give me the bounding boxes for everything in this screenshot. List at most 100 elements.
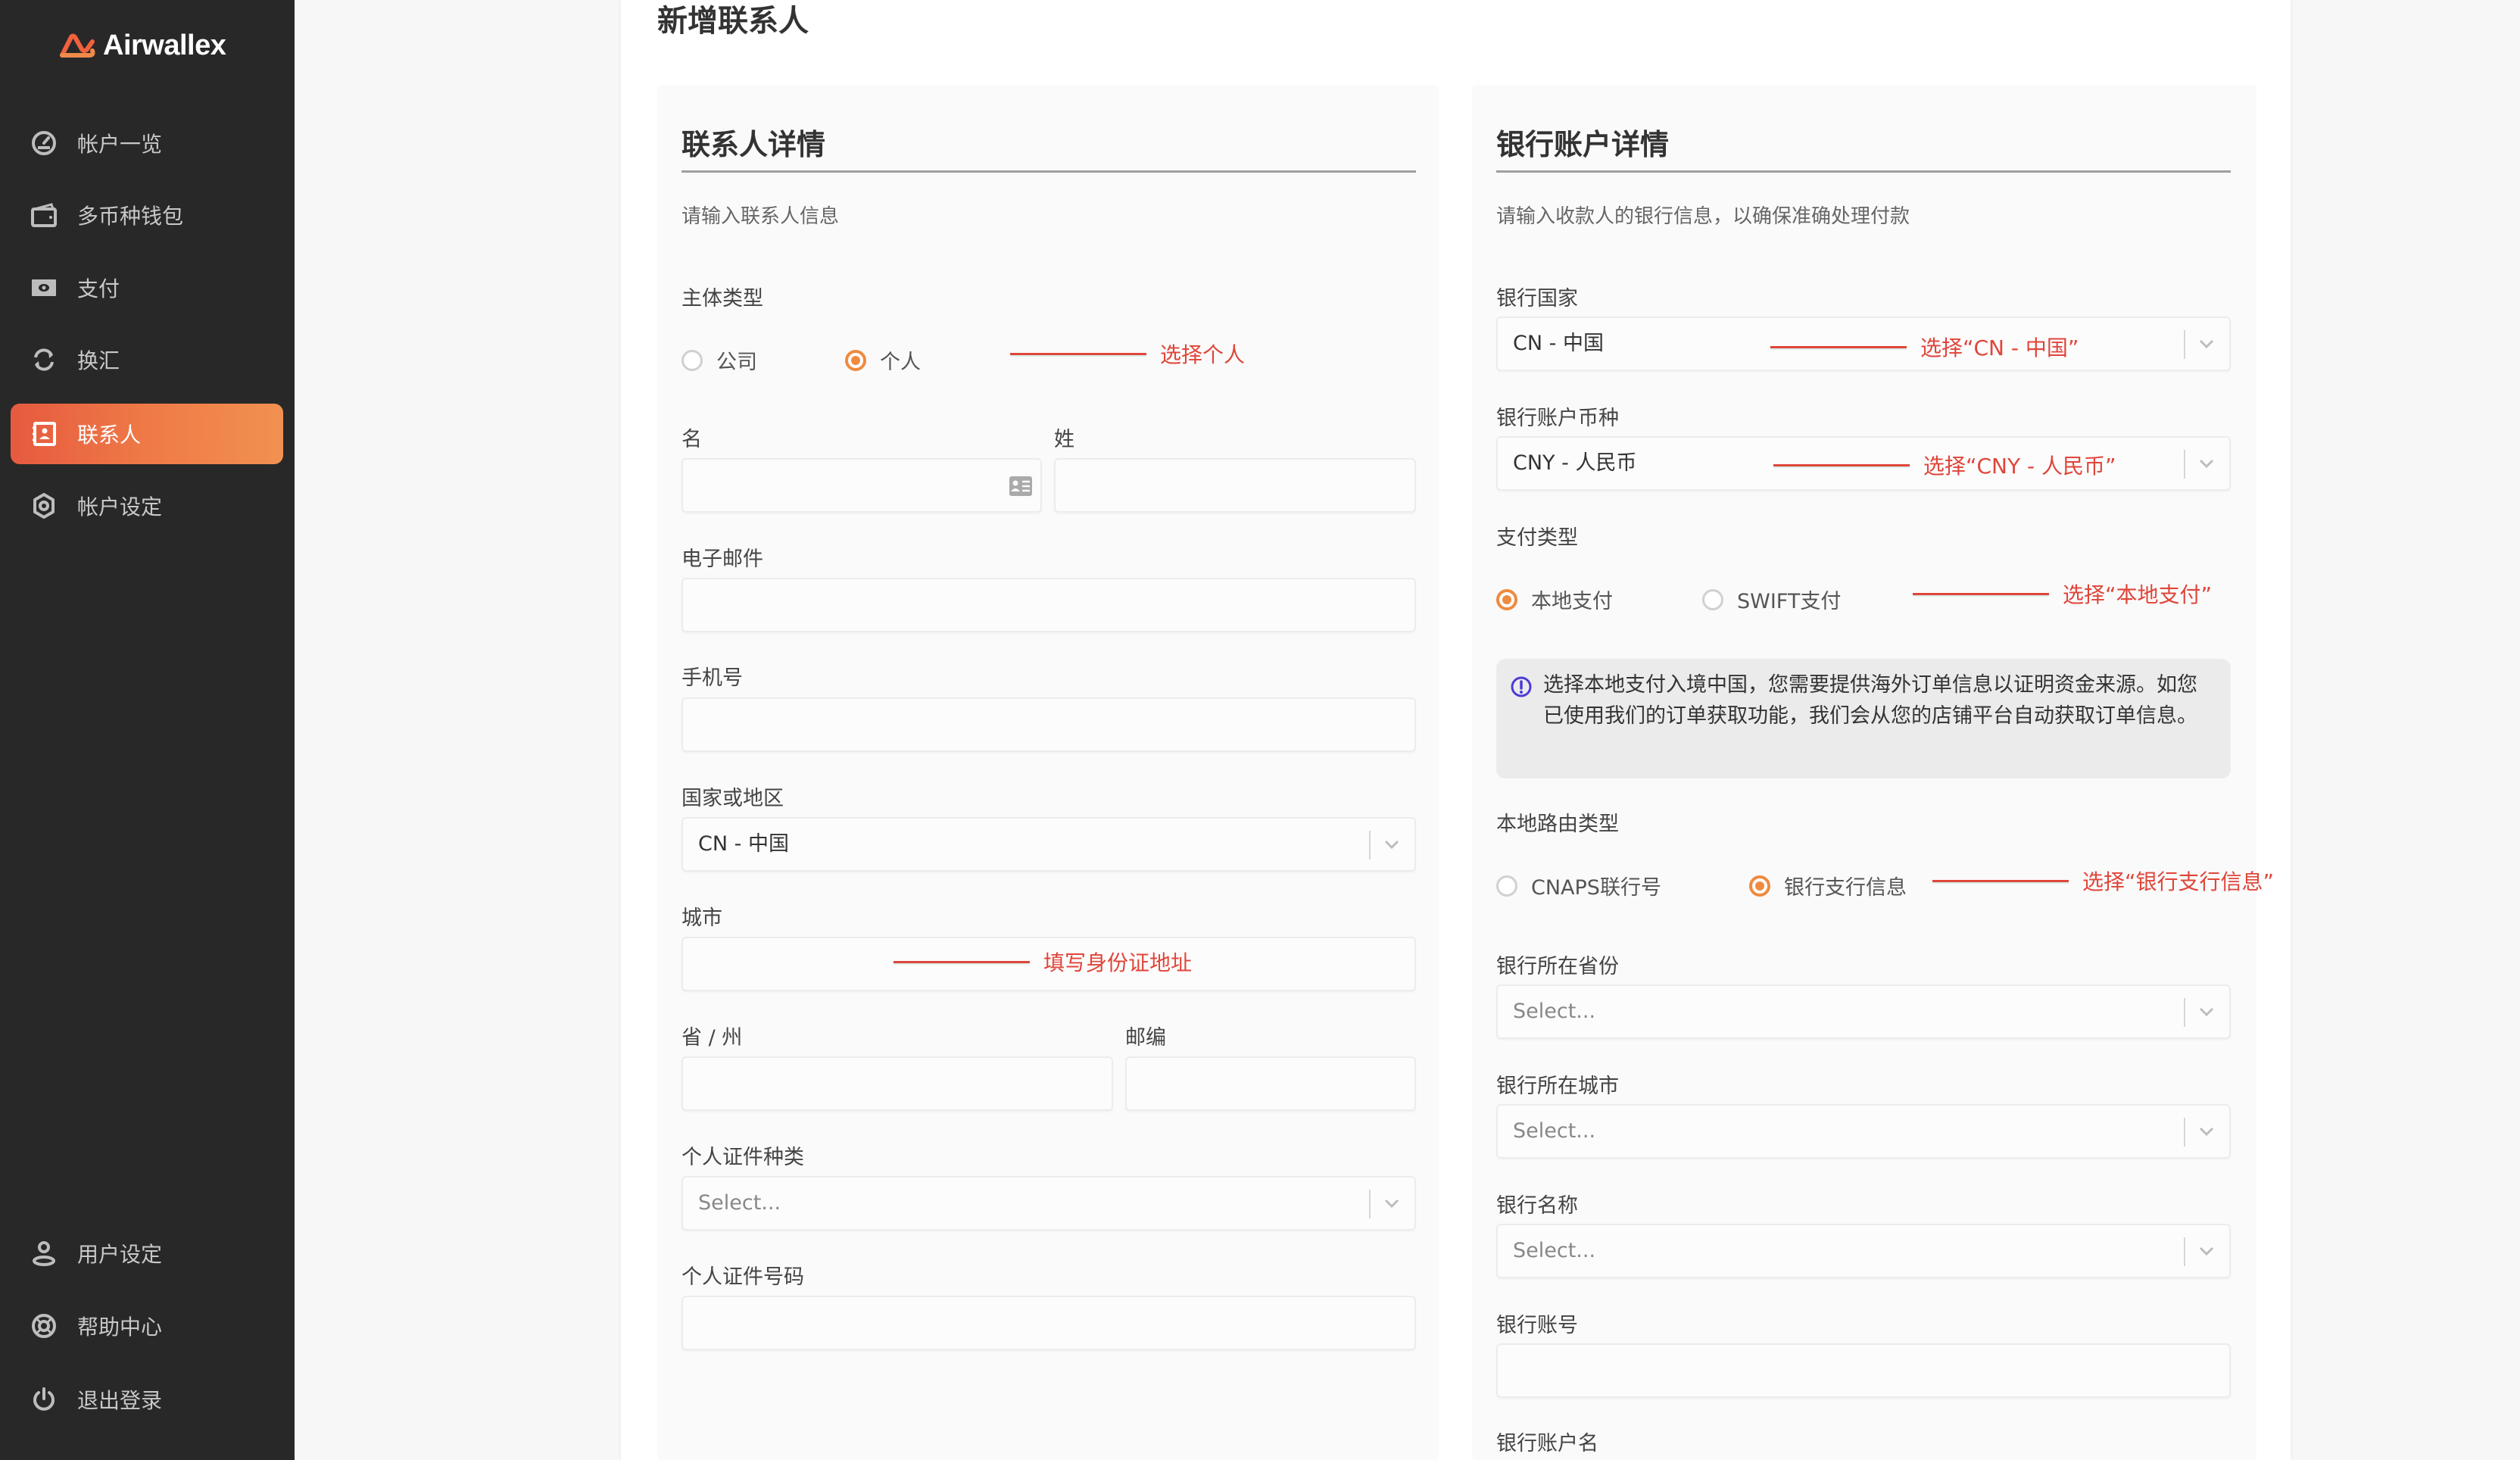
annotation-text: 选择“银行支行信息”	[2082, 869, 2275, 894]
radio-label: 公司	[716, 351, 757, 374]
bank-province-select[interactable]: Select...	[1496, 984, 2231, 1039]
annotation-select-individual: 选择个人	[1010, 338, 1245, 369]
sidebar-item-label: 用户设定	[77, 1242, 163, 1267]
chevron-down-icon[interactable]	[2196, 1001, 2217, 1022]
annotation-line	[1932, 879, 2069, 882]
select-separator	[2184, 330, 2185, 359]
bank-details-title: 银行账户详情	[1496, 128, 1670, 161]
payment-type-swift-radio[interactable]: SWIFT支付	[1702, 585, 1841, 614]
brand-name: Airwallex	[103, 29, 226, 61]
bank-city-label: 银行所在城市	[1496, 1075, 1619, 1098]
local-payment-notice: 选择本地支付入境中国，您需要提供海外订单信息以证明资金来源。如您已使用我们的订单…	[1496, 659, 2231, 778]
routing-type-branch-radio[interactable]: 银行支行信息	[1749, 871, 1907, 900]
routing-type-cnaps-radio[interactable]: CNAPS联行号	[1496, 871, 1661, 900]
sidebar-item-label: 换汇	[77, 348, 120, 373]
annotation-line	[1010, 352, 1146, 355]
sidebar-item-logout[interactable]: 退出登录	[11, 1369, 283, 1430]
sidebar-item-label: 退出登录	[77, 1388, 163, 1413]
account-number-input[interactable]	[1496, 1343, 2231, 1398]
radio-cnaps[interactable]	[1496, 875, 1517, 897]
email-input[interactable]	[681, 578, 1416, 632]
postcode-label: 邮编	[1125, 1026, 1166, 1050]
banknote-icon	[29, 273, 59, 303]
airwallex-logo-icon	[60, 33, 95, 58]
chevron-down-icon[interactable]	[2196, 333, 2217, 354]
select-placeholder: Select...	[698, 1191, 781, 1215]
postcode-input[interactable]	[1125, 1056, 1416, 1111]
radio-company[interactable]	[681, 349, 703, 371]
airwallex-logo[interactable]: Airwallex	[59, 27, 226, 64]
divider	[1496, 170, 2231, 173]
city-label: 城市	[681, 906, 722, 930]
notice-text: 选择本地支付入境中国，您需要提供海外订单信息以证明资金来源。如您已使用我们的订单…	[1543, 673, 2197, 728]
annotation-line	[1773, 463, 1910, 466]
bank-province-label: 银行所在省份	[1496, 955, 1619, 978]
select-separator	[1369, 831, 1371, 859]
annotation-select-cny: 选择“CNY - 人民币”	[1773, 450, 2116, 480]
payment-type-local-radio[interactable]: 本地支付	[1496, 585, 1613, 614]
sidebar-item-label: 帮助中心	[77, 1315, 163, 1340]
sidebar-item-label: 多币种钱包	[77, 204, 184, 229]
chevron-down-icon[interactable]	[2196, 453, 2217, 474]
info-alert-icon	[1511, 676, 1532, 697]
country-label: 国家或地区	[681, 787, 784, 810]
annotation-select-local: 选择“本地支付”	[1913, 579, 2212, 609]
bank-name-select[interactable]: Select...	[1496, 1224, 2231, 1278]
annotation-line	[894, 960, 1030, 963]
annotation-text: 选择“CN - 中国”	[1920, 335, 2079, 360]
sidebar-item-contacts[interactable]: 联系人	[11, 404, 283, 464]
sidebar-item-help-center[interactable]: 帮助中心	[11, 1296, 283, 1356]
radio-label: 银行支行信息	[1784, 876, 1907, 900]
annotation-text: 填写身份证地址	[1043, 950, 1193, 975]
chevron-down-icon[interactable]	[2196, 1240, 2217, 1262]
annotation-text: 选择个人	[1160, 342, 1246, 367]
contact-details-title: 联系人详情	[681, 128, 826, 161]
chevron-down-icon[interactable]	[1381, 1193, 1402, 1214]
chevron-down-icon[interactable]	[1381, 834, 1402, 855]
select-separator	[2184, 1118, 2185, 1146]
province-input[interactable]	[681, 1056, 1113, 1111]
id-number-label: 个人证件号码	[681, 1265, 804, 1289]
entity-type-label: 主体类型	[681, 287, 763, 310]
id-number-input[interactable]	[681, 1296, 1416, 1350]
radio-branch[interactable]	[1749, 875, 1770, 897]
bank-city-select[interactable]: Select...	[1496, 1104, 2231, 1159]
phone-input[interactable]	[681, 697, 1416, 752]
sidebar-item-account-settings[interactable]: 帐户设定	[11, 476, 283, 536]
entity-type-individual-radio[interactable]: 个人	[845, 345, 921, 375]
contact-book-icon	[29, 419, 59, 449]
currency-label: 银行账户币种	[1496, 407, 1619, 430]
sidebar-item-label: 支付	[77, 276, 120, 301]
province-label: 省 / 州	[681, 1026, 743, 1050]
bank-country-label: 银行国家	[1496, 287, 1578, 310]
sidebar-item-fx[interactable]: 换汇	[11, 329, 283, 390]
first-name-input[interactable]	[681, 458, 1042, 513]
radio-local[interactable]	[1496, 588, 1517, 610]
country-select[interactable]: CN - 中国	[681, 817, 1416, 872]
sidebar-item-account-overview[interactable]: 帐户一览	[11, 113, 283, 173]
routing-type-label: 本地路由类型	[1496, 813, 1619, 836]
page-title: 新增联系人	[657, 4, 809, 39]
select-value: CN - 中国	[1513, 332, 1604, 355]
radio-swift[interactable]	[1702, 588, 1723, 610]
last-name-input[interactable]	[1054, 458, 1416, 513]
sidebar-item-payments[interactable]: 支付	[11, 257, 283, 318]
annotation-line	[1770, 345, 1907, 348]
annotation-line	[1913, 592, 2049, 595]
select-placeholder: Select...	[1513, 1119, 1596, 1143]
annotation-text: 选择“本地支付”	[2063, 582, 2213, 607]
radio-individual[interactable]	[845, 349, 866, 371]
sidebar-item-label: 帐户设定	[77, 494, 163, 519]
chevron-down-icon[interactable]	[2196, 1121, 2217, 1142]
bank-details-description: 请输入收款人的银行信息，以确保准确处理付款	[1496, 205, 1910, 228]
contact-details-description: 请输入联系人信息	[681, 205, 840, 228]
entity-type-company-radio[interactable]: 公司	[681, 345, 757, 375]
sidebar-item-user-settings[interactable]: 用户设定	[11, 1223, 283, 1284]
sidebar-item-multi-currency-wallet[interactable]: 多币种钱包	[11, 185, 283, 245]
contact-card-icon[interactable]	[1009, 475, 1033, 498]
radio-label: SWIFT支付	[1737, 590, 1842, 613]
id-type-select[interactable]: Select...	[681, 1176, 1416, 1231]
payment-type-label: 支付类型	[1496, 526, 1578, 550]
gear-icon	[29, 491, 59, 521]
sidebar: Airwallex 帐户一览 多币种钱包 支付 换汇 联系人 帐户设定 用户设定…	[0, 0, 295, 1460]
